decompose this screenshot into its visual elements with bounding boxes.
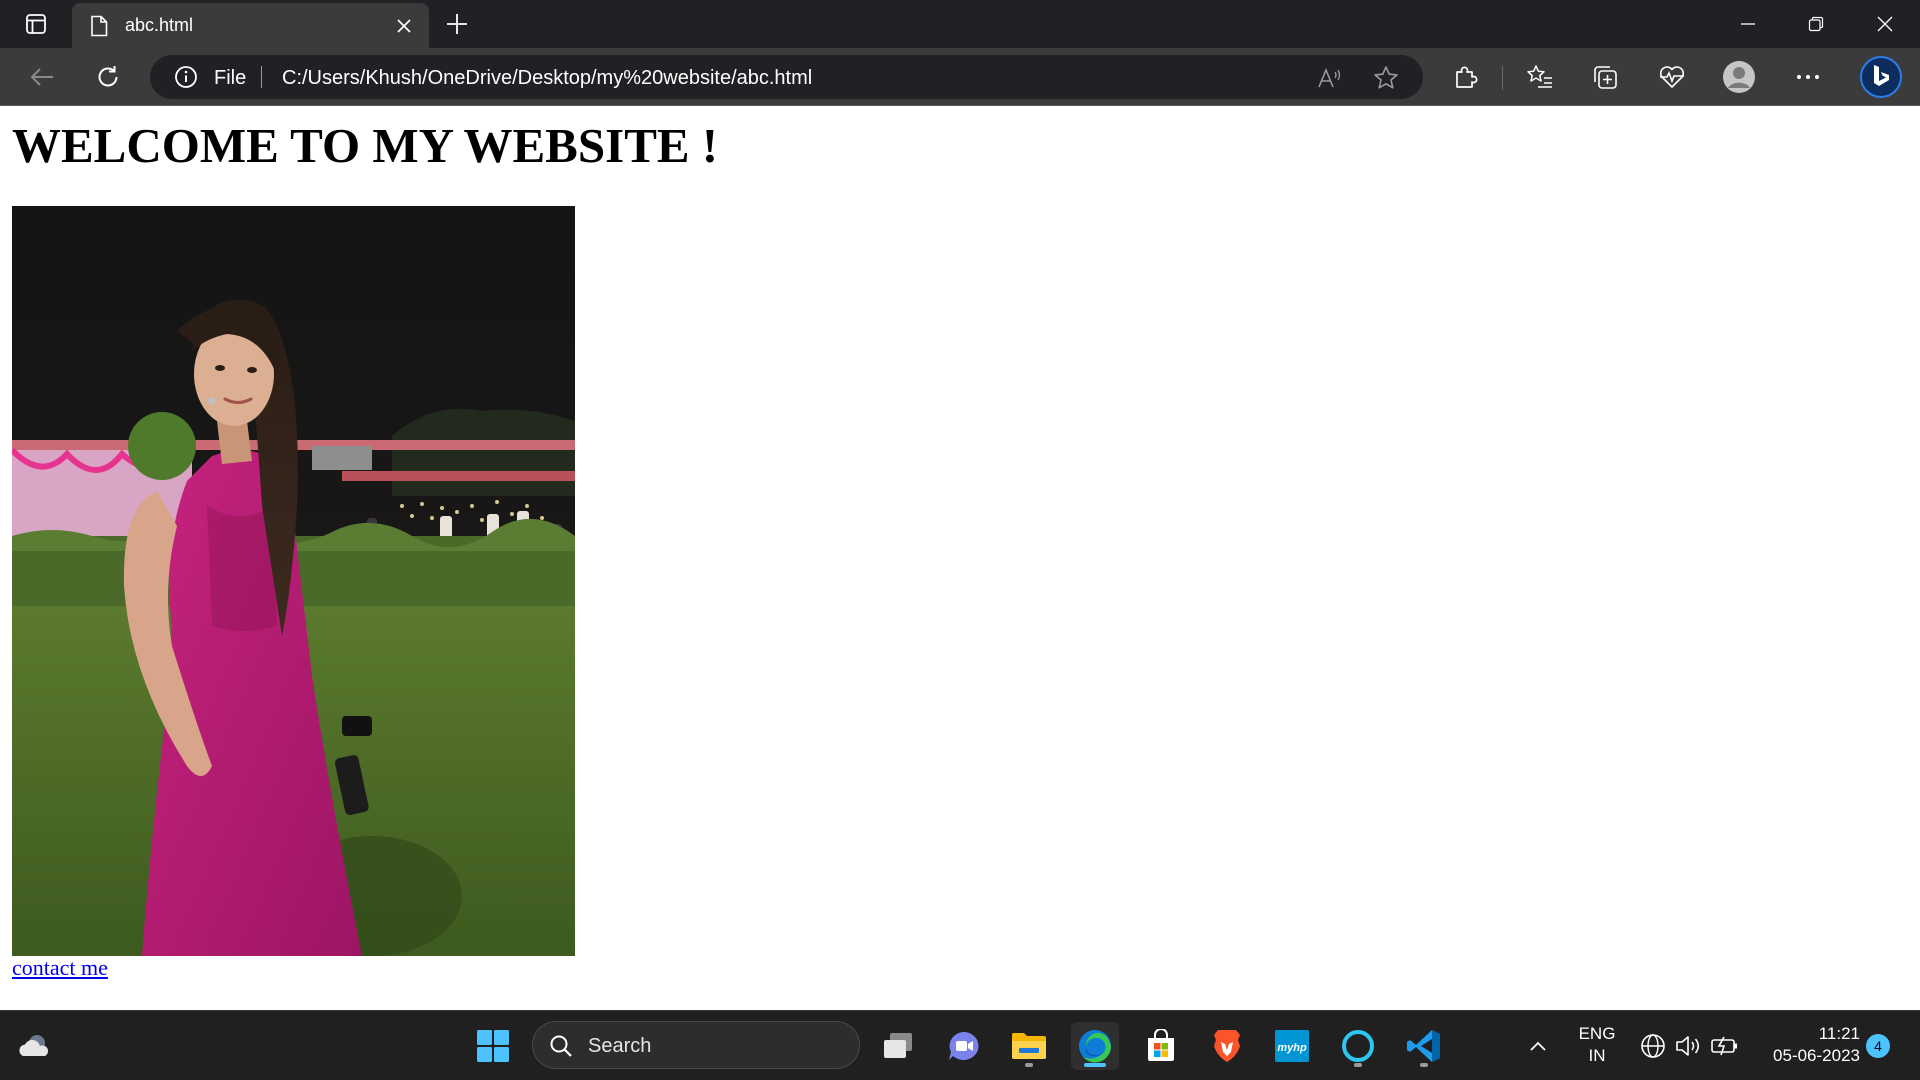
profile-button[interactable] xyxy=(1721,59,1757,95)
page-heading: WELCOME TO MY WEBSITE ! xyxy=(12,118,719,173)
widgets-button[interactable] xyxy=(10,1022,58,1070)
store-icon xyxy=(1144,1029,1178,1063)
address-scheme-label: File xyxy=(214,67,247,89)
settings-more-button[interactable] xyxy=(1790,59,1826,95)
vscode-button[interactable] xyxy=(1400,1022,1448,1070)
address-bar[interactable]: File C:/Users/Khush/OneDrive/Desktop/my%… xyxy=(150,55,1423,99)
restore-icon xyxy=(1808,16,1824,32)
tab-close-button[interactable] xyxy=(392,14,416,38)
more-icon xyxy=(1796,73,1820,81)
language-region: IN xyxy=(1588,1046,1606,1065)
search-icon xyxy=(549,1034,573,1058)
browser-essentials-button[interactable] xyxy=(1654,59,1690,95)
task-view-button[interactable] xyxy=(874,1022,922,1070)
new-tab-button[interactable] xyxy=(441,9,473,39)
favorites-list-icon xyxy=(1526,64,1554,90)
heart-pulse-icon xyxy=(1658,64,1686,90)
running-indicator xyxy=(1420,1063,1428,1067)
contact-me-link[interactable]: contact me xyxy=(12,955,108,981)
edge-button[interactable] xyxy=(1071,1022,1119,1070)
task-view-icon xyxy=(881,1031,915,1061)
collections-button[interactable] xyxy=(1588,59,1624,95)
clock-time: 11:21 xyxy=(1818,1024,1860,1043)
star-icon[interactable] xyxy=(1372,64,1400,92)
restore-button[interactable] xyxy=(1786,4,1846,44)
address-url[interactable]: C:/Users/Khush/OneDrive/Desktop/my%20web… xyxy=(282,67,812,90)
tab-title: abc.html xyxy=(125,15,194,35)
close-icon xyxy=(1877,16,1893,32)
site-info-icon[interactable] xyxy=(174,65,198,89)
language-indicator[interactable]: ENG IN xyxy=(1572,1023,1622,1067)
chat-icon xyxy=(947,1030,981,1062)
show-hidden-icons-button[interactable] xyxy=(1514,1022,1562,1070)
file-explorer-button[interactable] xyxy=(1005,1022,1053,1070)
address-separator xyxy=(261,66,262,88)
svg-text:myhp: myhp xyxy=(1277,1042,1307,1054)
page-content: WELCOME TO MY WEBSITE ! contact me xyxy=(0,107,1920,1010)
refresh-icon xyxy=(95,64,121,90)
vscode-icon xyxy=(1406,1028,1442,1064)
tab-abc-html[interactable]: abc.html xyxy=(72,3,429,48)
minimize-button[interactable] xyxy=(1718,4,1778,44)
language-code: ENG xyxy=(1578,1024,1616,1043)
myhp-icon: myhp xyxy=(1274,1029,1310,1063)
file-icon xyxy=(90,15,108,37)
running-indicator xyxy=(1025,1063,1033,1067)
network-icon[interactable] xyxy=(1636,1022,1670,1070)
tab-strip: abc.html xyxy=(0,0,1920,48)
active-indicator xyxy=(1084,1063,1106,1067)
arrow-left-icon xyxy=(29,67,55,87)
puzzle-icon xyxy=(1453,64,1479,90)
refresh-button[interactable] xyxy=(90,59,126,95)
avatar xyxy=(1722,60,1756,94)
edge-icon xyxy=(1077,1028,1113,1064)
collections-icon xyxy=(1592,64,1620,90)
tab-actions-button[interactable] xyxy=(16,10,56,38)
search-label: Search xyxy=(588,1035,652,1057)
profile-photo xyxy=(12,206,575,956)
back-button[interactable] xyxy=(24,59,60,95)
close-window-button[interactable] xyxy=(1855,4,1915,44)
brave-button[interactable] xyxy=(1203,1022,1251,1070)
start-button[interactable] xyxy=(469,1022,517,1070)
myhp-button[interactable]: myhp xyxy=(1268,1022,1316,1070)
minimize-icon xyxy=(1740,16,1756,32)
clock-date: 05-06-2023 xyxy=(1773,1046,1860,1065)
cortana-ring-icon xyxy=(1340,1028,1376,1064)
taskbar: Search myhp ENG IN 11:21 05-06-2023 4 xyxy=(0,1010,1920,1080)
clock[interactable]: 11:21 05-06-2023 xyxy=(1752,1023,1860,1067)
bing-chat-button[interactable] xyxy=(1858,54,1904,100)
tab-actions-icon xyxy=(25,13,47,35)
folder-icon xyxy=(1011,1031,1047,1061)
chevron-up-icon xyxy=(1529,1040,1547,1052)
toolbar-divider xyxy=(1502,66,1503,90)
windows-logo-icon xyxy=(476,1029,510,1063)
volume-icon[interactable] xyxy=(1672,1022,1706,1070)
favorites-button[interactable] xyxy=(1522,59,1558,95)
extensions-button[interactable] xyxy=(1448,59,1484,95)
running-indicator xyxy=(1354,1063,1362,1067)
brave-lion-icon xyxy=(1211,1028,1243,1064)
battery-icon[interactable] xyxy=(1708,1022,1742,1070)
microsoft-store-button[interactable] xyxy=(1137,1022,1185,1070)
taskbar-search-box[interactable]: Search xyxy=(532,1021,860,1069)
cortana-button[interactable] xyxy=(1334,1022,1382,1070)
notification-badge[interactable]: 4 xyxy=(1866,1034,1890,1058)
close-icon xyxy=(397,19,411,33)
read-aloud-icon[interactable] xyxy=(1316,64,1344,92)
teams-chat-button[interactable] xyxy=(940,1022,988,1070)
plus-icon xyxy=(446,13,468,35)
weather-cloud-icon xyxy=(17,1032,51,1060)
browser-toolbar: File C:/Users/Khush/OneDrive/Desktop/my%… xyxy=(0,48,1920,106)
bing-icon xyxy=(1859,55,1903,99)
